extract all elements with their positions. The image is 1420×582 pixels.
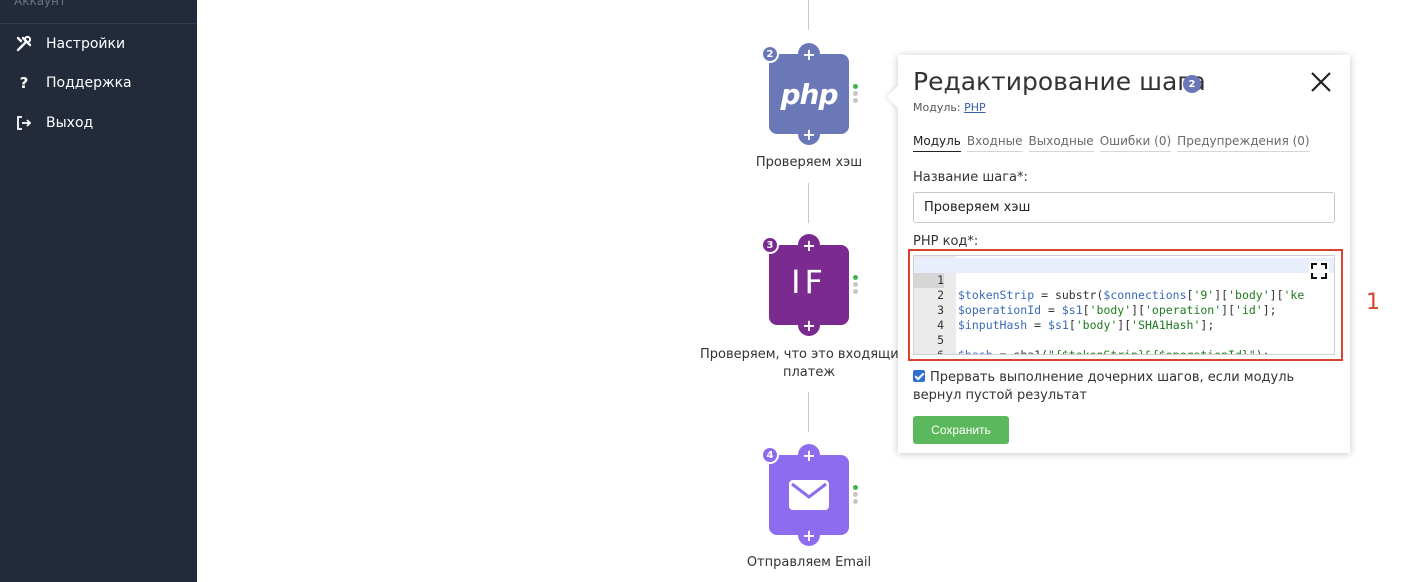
close-icon[interactable] <box>1308 69 1334 95</box>
step-name-label: Название шага*: <box>913 170 1028 185</box>
step-number-badge: 3 <box>761 236 779 254</box>
sidebar-item-label: Выход <box>46 115 94 131</box>
sidebar-item-label: Настройки <box>46 36 126 52</box>
module-line: Модуль: PHP <box>913 101 986 114</box>
node-label: Отправляем Email <box>746 555 872 570</box>
step-name-input[interactable] <box>913 192 1335 223</box>
sidebar-divider <box>0 23 197 24</box>
tab-inputs[interactable]: Входные <box>966 134 1023 152</box>
question-icon: ? <box>19 74 29 92</box>
module-link[interactable]: PHP <box>964 101 986 114</box>
step-number-badge: 2 <box>1183 75 1201 93</box>
sidebar-item-label: Поддержка <box>46 75 132 91</box>
sidebar-item-logout[interactable]: Выход <box>0 105 197 141</box>
flow-node-php[interactable]: + 2 php + <box>761 43 858 145</box>
tab-errors[interactable]: Ошибки (0) <box>1099 134 1172 152</box>
sidebar-item-support[interactable]: ? Поддержка <box>0 65 197 101</box>
stop-children-label: Прервать выполнение дочерних шагов, если… <box>913 370 1295 403</box>
add-step-below-button[interactable]: + <box>798 524 820 546</box>
node-label: Проверяем, что это входящий <box>700 347 898 362</box>
add-step-below-button[interactable]: + <box>798 123 820 145</box>
tools-icon <box>14 34 34 54</box>
module-prefix: Модуль: <box>913 101 961 114</box>
stop-children-checkbox[interactable] <box>913 370 925 382</box>
node-label: платеж <box>782 365 836 380</box>
panel-pointer <box>886 85 910 109</box>
stop-children-option[interactable]: Прервать выполнение дочерних шагов, если… <box>913 369 1333 405</box>
node-status-dots <box>853 84 859 105</box>
panel-title: Редактирование шага <box>913 67 1206 96</box>
logout-icon <box>14 113 34 133</box>
flow-node-email[interactable]: + 4 + <box>761 444 858 546</box>
add-step-above-button[interactable]: + <box>798 444 820 466</box>
node-status-dots <box>853 485 859 506</box>
php-logo: php <box>780 78 838 111</box>
add-step-above-button[interactable]: + <box>798 43 820 65</box>
tab-warnings[interactable]: Предупреждения (0) <box>1177 134 1310 152</box>
sidebar: Аккаунт Настройки ? Поддержка Выход <box>0 0 197 582</box>
node-label: Проверяем хэш <box>755 155 863 170</box>
tab-module[interactable]: Модуль <box>913 134 961 152</box>
flow-connector <box>808 183 809 223</box>
add-step-above-button[interactable]: + <box>798 234 820 256</box>
mail-icon <box>789 480 829 510</box>
sidebar-section-title: Аккаунт <box>14 0 66 8</box>
flow-connector <box>808 392 809 432</box>
sidebar-item-settings[interactable]: Настройки <box>0 26 197 62</box>
step-number-badge: 2 <box>761 45 779 63</box>
flow-node-if[interactable]: + 3 IF + <box>761 234 858 336</box>
if-logo: IF <box>791 263 827 301</box>
annotation-highlight-box <box>908 249 1343 361</box>
node-status-dots <box>853 275 859 296</box>
add-step-below-button[interactable]: + <box>798 314 820 336</box>
php-code-label: PHP код*: <box>913 234 979 249</box>
step-number-badge: 4 <box>761 446 779 464</box>
panel-tabs: Модуль Входные Выходные Ошибки (0) Преду… <box>913 134 1316 152</box>
flow-connector <box>808 0 809 30</box>
tab-outputs[interactable]: Выходные <box>1028 134 1094 152</box>
save-button[interactable]: Сохранить <box>913 416 1009 444</box>
annotation-number: 1 <box>1366 290 1380 315</box>
